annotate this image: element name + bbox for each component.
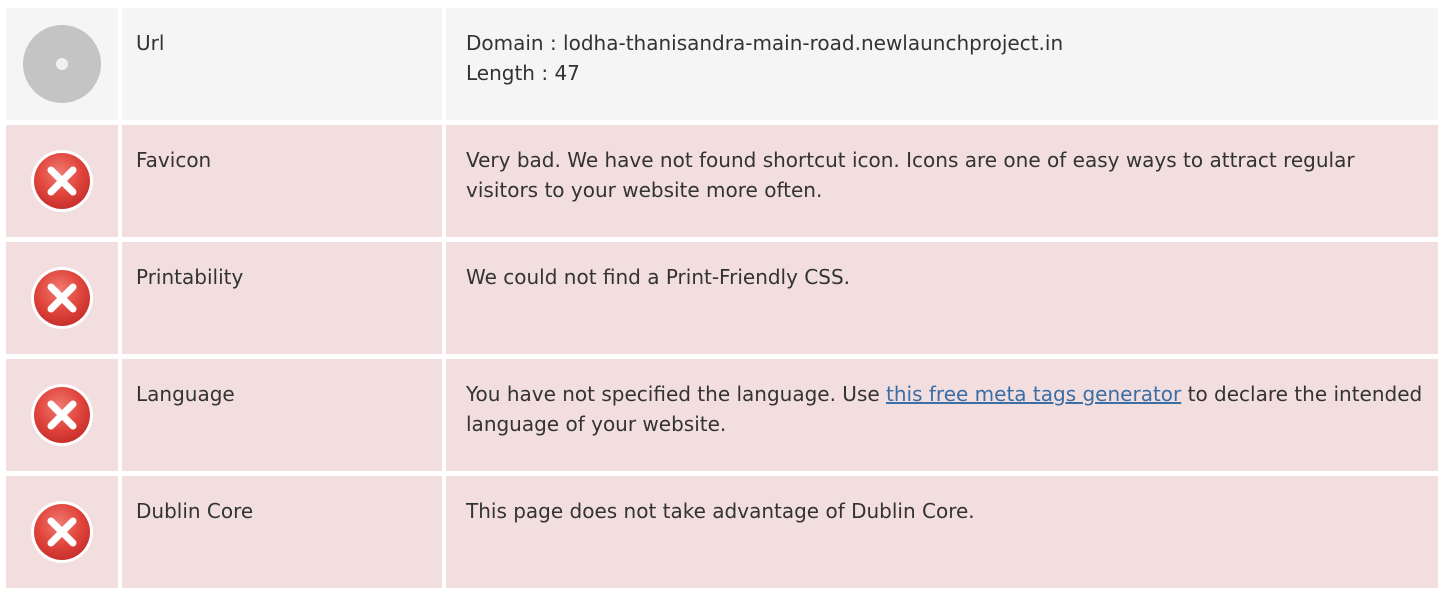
error-x-icon — [31, 501, 93, 563]
domain-text: Domain : lodha-thanisandra-main-road.new… — [466, 31, 1064, 55]
row-label: Language — [122, 359, 442, 471]
row-value: This page does not take advantage of Dub… — [446, 476, 1438, 588]
status-cell — [6, 125, 118, 237]
report-row-language: Language You have not specified the lang… — [6, 359, 1438, 471]
length-text: Length : 47 — [466, 61, 580, 85]
report-row-favicon: Favicon Very bad. We have not found shor… — [6, 125, 1438, 237]
row-label: Dublin Core — [122, 476, 442, 588]
report-row-printability: Printability We could not find a Print-F… — [6, 242, 1438, 354]
row-value: You have not specified the language. Use… — [446, 359, 1438, 471]
seo-report-table: Url Domain : lodha-thanisandra-main-road… — [6, 8, 1438, 588]
status-cell — [6, 8, 118, 120]
language-text-before: You have not specified the language. Use — [466, 382, 887, 406]
report-row-url: Url Domain : lodha-thanisandra-main-road… — [6, 8, 1438, 120]
error-x-icon — [31, 384, 93, 446]
status-cell — [6, 476, 118, 588]
row-label: Printability — [122, 242, 442, 354]
report-row-dublin-core: Dublin Core This page does not take adva… — [6, 476, 1438, 588]
gray-circle-icon — [23, 25, 101, 103]
error-x-icon — [31, 267, 93, 329]
error-x-icon — [31, 150, 93, 212]
row-value: Very bad. We have not found shortcut ico… — [446, 125, 1438, 237]
row-value: Domain : lodha-thanisandra-main-road.new… — [446, 8, 1438, 120]
status-cell — [6, 359, 118, 471]
status-cell — [6, 242, 118, 354]
meta-tags-generator-link[interactable]: this free meta tags generator — [886, 382, 1181, 406]
row-label: Favicon — [122, 125, 442, 237]
row-value: We could not find a Print-Friendly CSS. — [446, 242, 1438, 354]
row-label: Url — [122, 8, 442, 120]
